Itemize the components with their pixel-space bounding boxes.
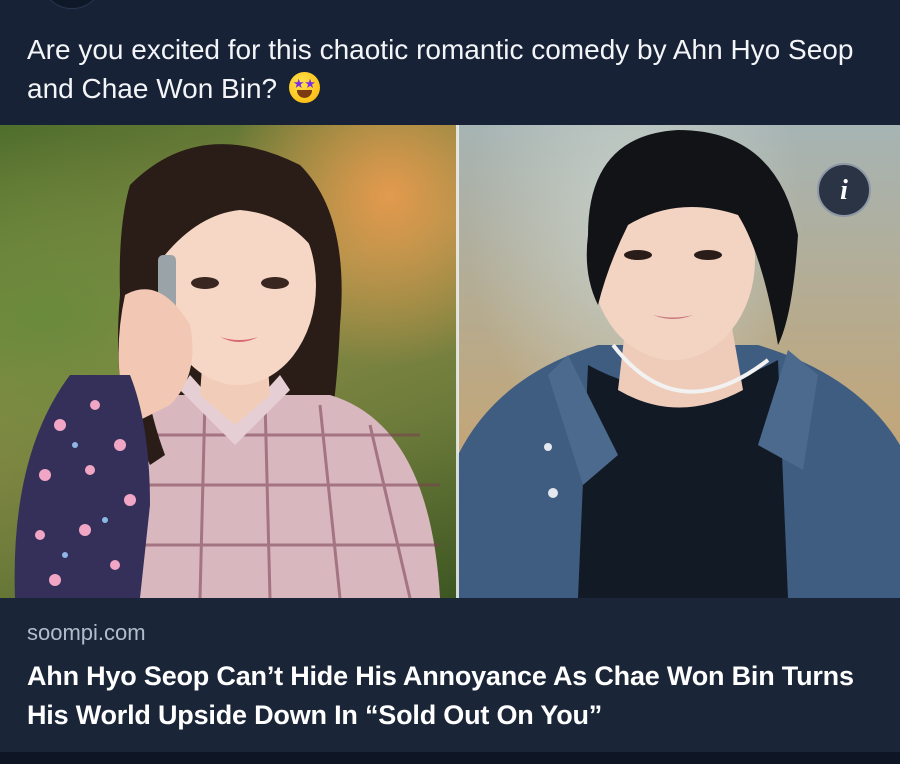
info-icon[interactable]: i	[817, 163, 871, 217]
post-text-content: Are you excited for this chaotic romanti…	[27, 34, 854, 104]
photo-actress	[0, 125, 458, 598]
link-preview-image[interactable]: i	[0, 125, 900, 598]
link-headline[interactable]: Ahn Hyo Seop Can’t Hide His Annoyance As…	[27, 657, 877, 735]
image-divider	[456, 125, 459, 598]
avatar[interactable]	[42, 0, 102, 9]
link-preview-card[interactable]: soompi.com Ahn Hyo Seop Can’t Hide His A…	[0, 598, 900, 752]
post-text: Are you excited for this chaotic romanti…	[27, 30, 877, 108]
link-source: soompi.com	[27, 620, 146, 645]
star-struck-emoji-icon: ★ ★	[288, 72, 320, 103]
actress-illustration	[14, 144, 440, 598]
bottom-divider	[0, 752, 900, 764]
